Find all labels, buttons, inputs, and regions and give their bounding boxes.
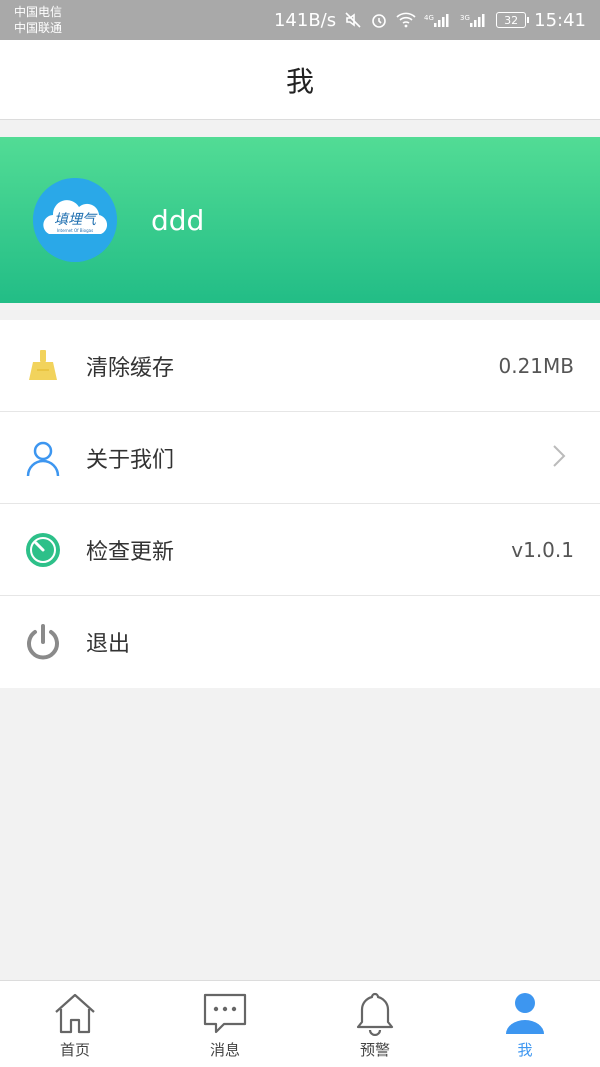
carrier-info: 中国电信 中国联通	[14, 4, 62, 36]
tab-me[interactable]: 我	[450, 981, 600, 1067]
mute-icon	[344, 11, 362, 29]
status-indicators: 141B/s 4G 3G 32 15:41	[274, 10, 586, 31]
chevron-right-icon	[552, 444, 566, 472]
menu-item-logout[interactable]: 退出	[0, 596, 600, 688]
tab-label: 预警	[359, 1041, 390, 1059]
clock: 15:41	[534, 9, 586, 31]
carrier-2: 中国联通	[14, 21, 63, 35]
menu-item-label: 关于我们	[86, 447, 175, 473]
network-speed: 141B/s	[273, 9, 337, 31]
bell-icon	[352, 989, 398, 1037]
signal-3g-icon: 3G	[460, 12, 488, 28]
settings-menu: 清除缓存 0.21MB 关于我们 检查更新 v1.0.1 退出	[0, 320, 600, 688]
username: ddd	[151, 203, 205, 237]
bottom-tab-bar: 首页 消息 预警 我	[0, 980, 600, 1067]
tab-label: 我	[517, 1041, 533, 1059]
carrier-1: 中国电信	[14, 5, 63, 19]
menu-item-check-update[interactable]: 检查更新 v1.0.1	[0, 504, 600, 596]
svg-text:3G: 3G	[460, 14, 470, 22]
menu-item-label: 退出	[86, 632, 131, 657]
wifi-icon	[396, 12, 416, 28]
avatar[interactable]: 填埋气 Internet Of Biogas	[33, 178, 117, 262]
tab-home[interactable]: 首页	[0, 981, 150, 1067]
avatar-logo-text: 填埋气	[54, 212, 98, 228]
battery-icon: 32	[496, 12, 530, 28]
user-icon	[502, 989, 548, 1037]
menu-item-label: 清除缓存	[86, 355, 175, 381]
message-icon	[202, 989, 248, 1037]
broom-icon	[23, 346, 63, 386]
menu-item-label: 检查更新	[86, 539, 175, 565]
timer-icon	[23, 530, 63, 570]
avatar-logo-subtext: Internet Of Biogas	[57, 228, 93, 233]
tab-alerts[interactable]: 预警	[300, 981, 450, 1067]
power-icon	[23, 622, 63, 662]
tab-messages[interactable]: 消息	[150, 981, 300, 1067]
menu-item-about-us[interactable]: 关于我们	[0, 412, 600, 504]
app-version: v1.0.1	[511, 537, 574, 562]
person-icon	[23, 438, 63, 478]
svg-text:4G: 4G	[424, 14, 434, 22]
profile-banner: 填埋气 Internet Of Biogas ddd	[0, 137, 600, 303]
cloud-logo-icon: 填埋气 Internet Of Biogas	[33, 178, 117, 262]
home-icon	[52, 989, 98, 1037]
status-bar: 中国电信 中国联通 141B/s 4G 3G 32 15:41	[0, 0, 600, 40]
tab-label: 消息	[209, 1041, 240, 1059]
tab-label: 首页	[59, 1041, 90, 1059]
menu-item-clear-cache[interactable]: 清除缓存 0.21MB	[0, 320, 600, 412]
page-title: 我	[285, 64, 314, 98]
battery-level: 32	[504, 13, 519, 27]
signal-4g-icon: 4G	[424, 12, 452, 28]
alarm-icon	[370, 11, 388, 29]
header: 我	[0, 40, 600, 120]
cache-size: 0.21MB	[498, 353, 574, 378]
